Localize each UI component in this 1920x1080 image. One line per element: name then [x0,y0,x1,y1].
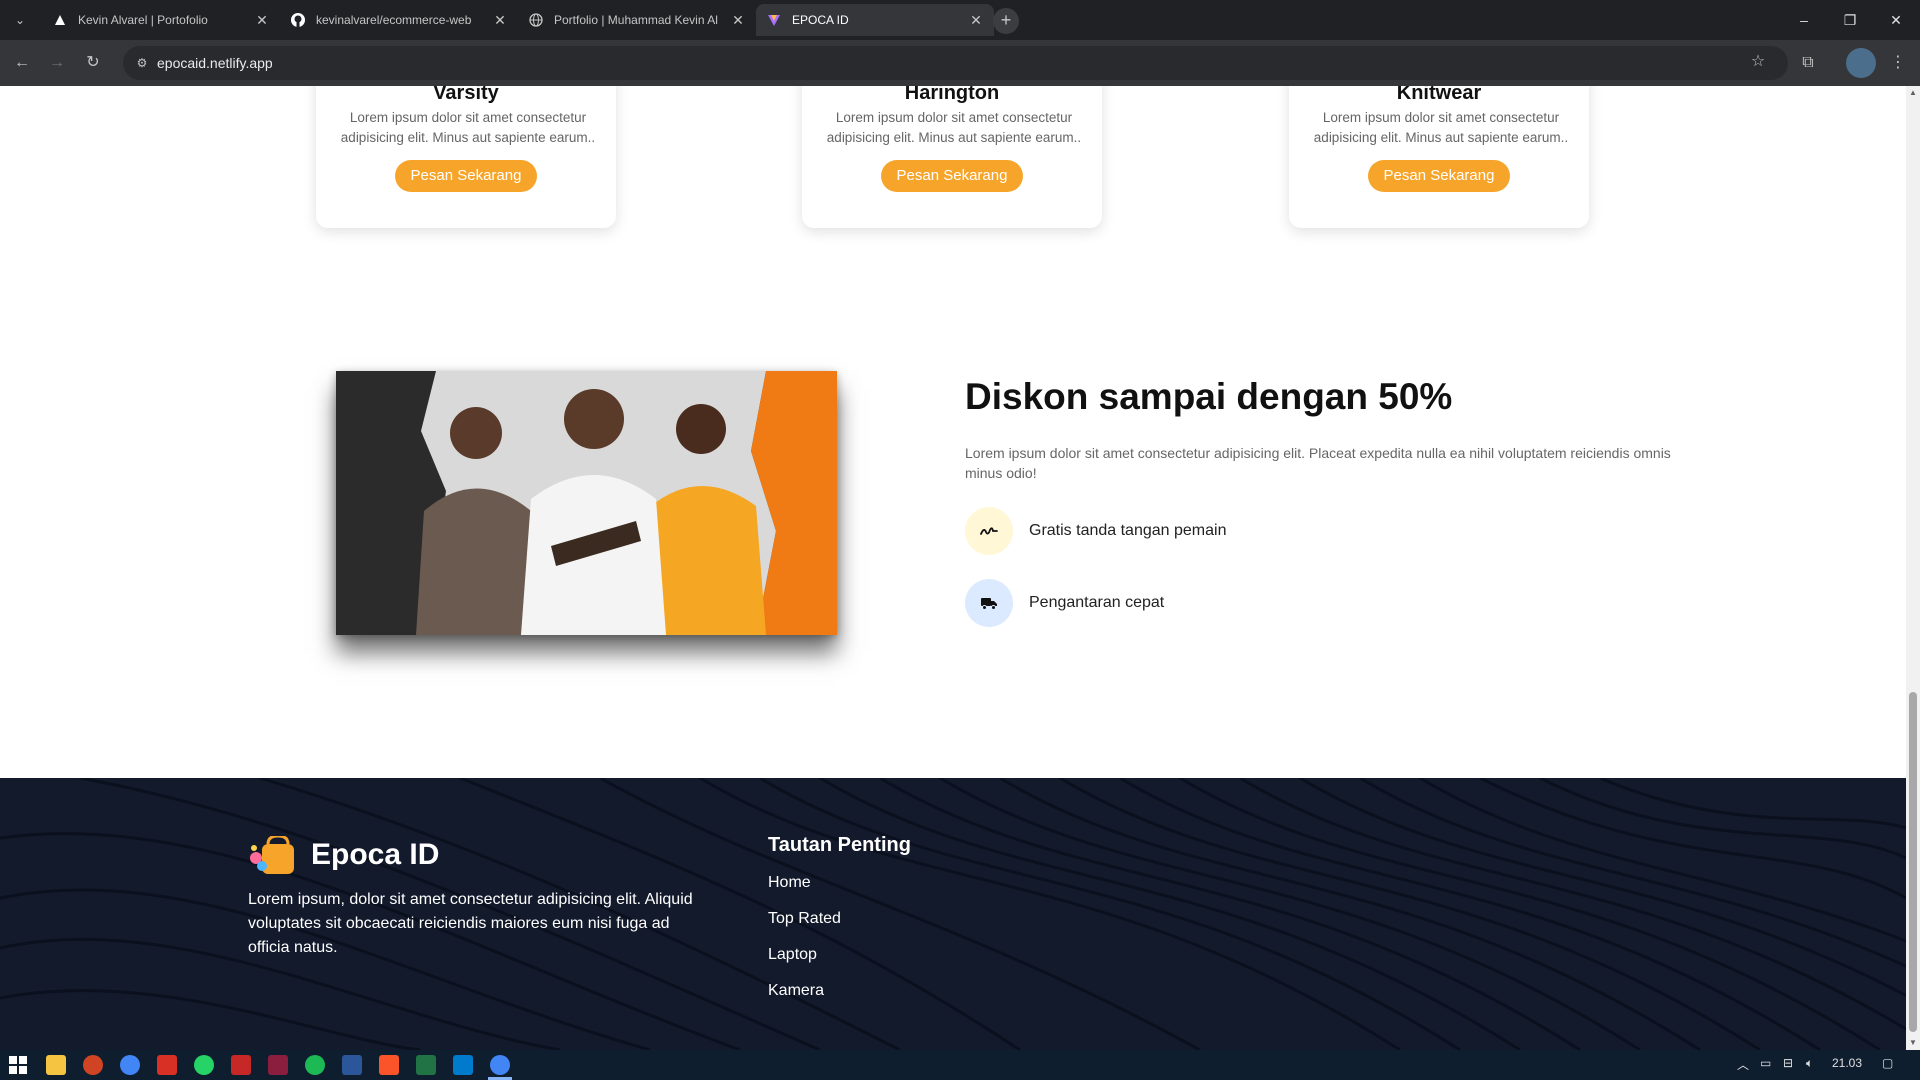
vector-app-icon[interactable] [268,1055,288,1075]
site-footer: Epoca ID Lorem ipsum, dolor sit amet con… [0,778,1906,1050]
tray-chevron-icon[interactable]: ︿ [1737,1056,1749,1073]
windows-taskbar: ︿ ▭ ⊟ 🔈︎ 21.03 ▢ [0,1050,1920,1080]
tab-close-icon[interactable]: ✕ [254,12,270,29]
footer-brand[interactable]: Epoca ID [311,838,439,872]
feature-label: Gratis tanda tangan pemain [1029,522,1227,539]
product-card-varsity: ★★★★★ Varsity Lorem ipsum dolor sit amet… [316,86,616,228]
order-now-button[interactable]: Pesan Sekarang [881,160,1023,192]
delivery-truck-icon [965,579,1013,627]
windows-start-icon[interactable] [8,1055,28,1075]
chrome-active-icon[interactable] [490,1055,510,1075]
tab-close-icon[interactable]: ✕ [730,12,746,29]
footer-link-kamera[interactable]: Kamera [768,982,824,1000]
product-name: Knitwear [1396,86,1482,104]
page-viewport: ★★★★★ Varsity Lorem ipsum dolor sit amet… [0,86,1906,1050]
promo-title: Diskon sampai dengan 50% [965,376,1453,417]
tab-search-chevron-icon[interactable]: ⌄ [8,8,32,32]
footer-link-home[interactable]: Home [768,874,811,892]
desc-line: Lorem ipsum dolor sit amet consectetur [349,110,587,125]
tab-portfolio-muhammad[interactable]: Portfolio | Muhammad Kevin Al ✕ [518,4,756,36]
page-scrollbar[interactable]: ▲ ▼ [1906,86,1920,1050]
product-card-knitwear: ★★★★★ Knitwear Lorem ipsum dolor sit ame… [1289,86,1589,228]
notification-center-icon[interactable]: ▢ [1882,1056,1893,1070]
footer-links-title: Tautan Penting [768,834,911,856]
clock-time[interactable]: 21.03 [1832,1056,1862,1070]
url-text[interactable]: epocaid.netlify.app [157,55,273,71]
site-settings-icon[interactable]: ⚙ [133,54,151,72]
tray-device-icon[interactable]: ▭ [1760,1056,1771,1070]
excel-icon[interactable] [416,1055,436,1075]
desc-line: adipisicing elit. Minus aut sapiente ear… [826,130,1082,145]
back-arrow-icon[interactable]: ← [10,51,34,75]
minimize-window-button[interactable]: – [1781,0,1827,40]
order-now-button[interactable]: Pesan Sekarang [1368,160,1510,192]
brave-icon[interactable] [379,1055,399,1075]
tab-github-ecommerce[interactable]: kevinalvarel/ecommerce-web ✕ [280,4,518,36]
new-tab-button[interactable]: + [993,8,1019,34]
volume-icon[interactable]: 🔈︎ [1806,1056,1813,1071]
github-icon [290,12,306,28]
desc-line: adipisicing elit. Minus aut sapiente ear… [1313,130,1569,145]
desc-line: Lorem ipsum dolor sit amet consectetur [1322,110,1560,125]
scroll-down-arrow-icon[interactable]: ▼ [1909,1038,1917,1048]
chrome-menu-icon[interactable]: ⋮ [1886,51,1910,75]
product-description: Lorem ipsum dolor sit amet consectetur a… [820,108,1088,148]
order-now-button[interactable]: Pesan Sekarang [395,160,537,192]
feature-delivery: Pengantaran cepat [965,579,1164,627]
close-window-button[interactable]: ✕ [1873,0,1919,40]
tab-title: Kevin Alvarel | Portofolio [78,13,208,27]
extensions-puzzle-icon[interactable]: ⧉ [1796,51,1820,75]
promo-players-image [336,371,837,635]
tab-epoca-id[interactable]: EPOCA ID ✕ [756,4,994,36]
scroll-up-arrow-icon[interactable]: ▲ [1909,88,1917,98]
tab-title: Portfolio | Muhammad Kevin Al [554,13,718,27]
tab-title: kevinalvarel/ecommerce-web [316,13,472,27]
footer-link-laptop[interactable]: Laptop [768,946,817,964]
tab-close-icon[interactable]: ✕ [492,12,508,29]
desc-line: adipisicing elit. Minus aut sapiente ear… [340,130,596,145]
product-name: Harington [904,86,1000,104]
word-icon[interactable] [342,1055,362,1075]
desc-line: Lorem ipsum dolor sit amet consectetur [835,110,1073,125]
product-description: Lorem ipsum dolor sit amet consectetur a… [334,108,602,148]
spotify-icon[interactable] [305,1055,325,1075]
browser-tab-strip: ⌄ Kevin Alvarel | Portofolio ✕ kevinalva… [0,0,1920,40]
access-icon[interactable] [157,1055,177,1075]
promo-description: Lorem ipsum dolor sit amet consectetur a… [965,445,1671,481]
triangle-icon [52,12,68,28]
whatsapp-icon[interactable] [194,1055,214,1075]
epoca-logo-icon [248,834,298,876]
scrollbar-thumb[interactable] [1909,692,1917,1032]
chrome-icon[interactable] [120,1055,140,1075]
file-explorer-icon[interactable] [46,1055,66,1075]
powerpoint-icon[interactable] [83,1055,103,1075]
network-icon[interactable]: ⊟ [1783,1056,1793,1070]
vscode-icon[interactable] [453,1055,473,1075]
bookmark-star-icon[interactable]: ☆ [1746,50,1770,74]
profile-avatar[interactable] [1846,48,1876,78]
reload-icon[interactable]: ↻ [81,51,105,75]
product-card-harington: ★★★★★ Harington Lorem ipsum dolor sit am… [802,86,1102,228]
feature-signature: Gratis tanda tangan pemain [965,507,1226,555]
tab-kevin-portofolio[interactable]: Kevin Alvarel | Portofolio ✕ [42,4,280,36]
app-25-icon[interactable] [231,1055,251,1075]
product-name: Varsity [433,86,499,104]
feature-label: Pengantaran cepat [1029,594,1165,611]
product-description: Lorem ipsum dolor sit amet consectetur a… [1307,108,1575,148]
footer-description: Lorem ipsum, dolor sit amet consectetur … [248,891,693,956]
footer-link-top-rated[interactable]: Top Rated [768,910,841,928]
globe-icon [528,12,544,28]
address-bar[interactable]: ⚙ epocaid.netlify.app [123,46,1788,80]
tab-title: EPOCA ID [792,13,849,27]
browser-toolbar: ← → ↻ ⚙ epocaid.netlify.app ☆ ⧉ ⋮ [0,40,1920,86]
epoca-favicon-icon [766,12,782,28]
forward-arrow-icon[interactable]: → [45,51,69,75]
signature-icon [965,507,1013,555]
tab-close-icon[interactable]: ✕ [968,12,984,29]
restore-window-button[interactable]: ❐ [1827,0,1873,40]
